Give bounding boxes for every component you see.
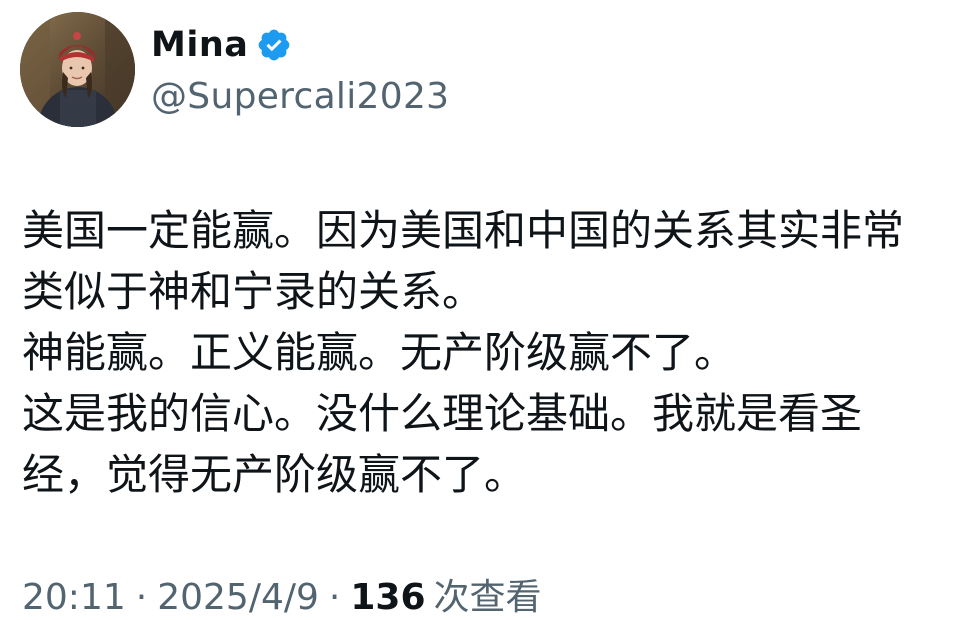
post-text-line: 神能赢。正义能赢。无产阶级赢不了。	[22, 328, 737, 377]
post-text-line: 经，觉得无产阶级赢不了。	[22, 450, 527, 499]
name-row: Mina	[151, 20, 449, 70]
post-text-line: 类似于神和宁录的关系。	[22, 267, 485, 316]
post-card: Mina @Supercali2023 美国一定能赢。因为美国和中国的关系其实非…	[0, 0, 960, 618]
views-count[interactable]: 136	[350, 577, 425, 618]
author-block: Mina @Supercali2023	[151, 20, 449, 117]
avatar[interactable]	[20, 12, 135, 127]
post-text: 美国一定能赢。因为美国和中国的关系其实非常 类似于神和宁录的关系。 神能赢。正义…	[22, 200, 942, 505]
meta-separator: ·	[328, 577, 341, 618]
verified-badge-icon[interactable]	[256, 27, 292, 63]
author-handle[interactable]: @Supercali2023	[151, 76, 449, 117]
post-time[interactable]: 20:11	[22, 577, 126, 618]
avatar-photo	[20, 12, 135, 127]
views-label: 次查看	[433, 577, 542, 618]
meta-separator: ·	[135, 577, 148, 618]
post-text-line: 美国一定能赢。因为美国和中国的关系其实非常	[22, 206, 905, 255]
post-text-line: 这是我的信心。没什么理论基础。我就是看圣	[22, 389, 863, 438]
author-name[interactable]: Mina	[151, 25, 248, 65]
post-meta: 20:11 · 2025/4/9 · 136 次查看	[22, 576, 542, 620]
post-date[interactable]: 2025/4/9	[157, 577, 319, 618]
